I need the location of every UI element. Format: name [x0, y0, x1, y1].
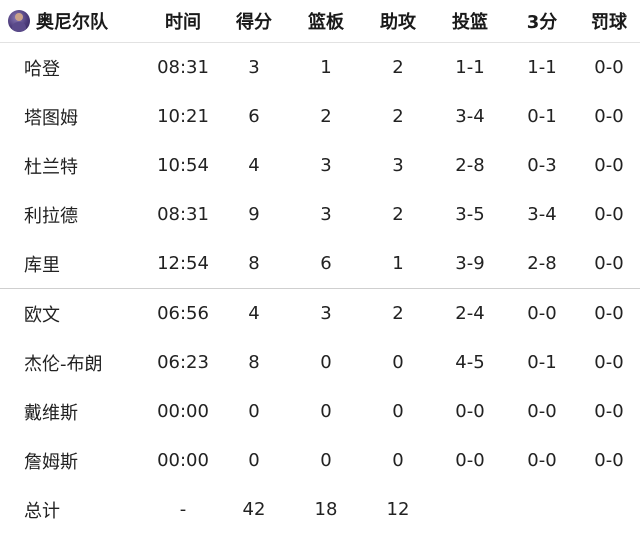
- cell-rebounds: 3: [320, 204, 332, 225]
- cell-assists: 3: [392, 155, 404, 176]
- cell-rebounds: 3: [320, 155, 332, 176]
- cell-points: 6: [248, 106, 260, 127]
- cell-points: 9: [248, 204, 260, 225]
- total-row: 总计 - 42 18 12: [0, 485, 640, 534]
- cell-time: 12:54: [157, 253, 209, 274]
- cell-rebounds: 6: [320, 253, 332, 274]
- cell-assists: 2: [392, 204, 404, 225]
- table-row[interactable]: 利拉德 08:31 9 3 2 3-5 3-4 0-0: [0, 190, 640, 239]
- table-row[interactable]: 库里 12:54 8 6 1 3-9 2-8 0-0: [0, 239, 640, 288]
- total-time: -: [179, 499, 187, 520]
- column-header-field-goals[interactable]: 投篮: [434, 8, 506, 34]
- cell-points: 8: [248, 253, 260, 274]
- total-label: 总计: [24, 500, 60, 522]
- player-name[interactable]: 戴维斯: [0, 399, 148, 425]
- team-header[interactable]: 奥尼尔队: [0, 8, 148, 34]
- cell-points: 0: [248, 401, 260, 422]
- column-header-three-pointers[interactable]: 3分: [506, 8, 578, 34]
- cell-rebounds: 0: [320, 450, 332, 471]
- player-name[interactable]: 利拉德: [0, 202, 148, 228]
- cell-three-pointers: 3-4: [527, 204, 557, 225]
- cell-free-throws: 0-0: [594, 352, 624, 373]
- cell-points: 0: [248, 450, 260, 471]
- cell-three-pointers: 0-0: [527, 450, 557, 471]
- cell-three-pointers: 0-3: [527, 155, 557, 176]
- cell-free-throws: 0-0: [594, 155, 624, 176]
- cell-time: 10:54: [157, 155, 209, 176]
- cell-field-goals: 3-4: [455, 106, 485, 127]
- cell-field-goals: 2-4: [455, 303, 485, 324]
- player-name[interactable]: 杜兰特: [0, 153, 148, 179]
- cell-field-goals: 1-1: [455, 57, 485, 78]
- column-header-points[interactable]: 得分: [218, 8, 290, 34]
- cell-points: 4: [248, 155, 260, 176]
- player-name[interactable]: 库里: [0, 251, 148, 277]
- cell-free-throws: 0-0: [594, 303, 624, 324]
- cell-assists: 1: [392, 253, 404, 274]
- cell-rebounds: 0: [320, 352, 332, 373]
- cell-assists: 0: [392, 352, 404, 373]
- cell-free-throws: 0-0: [594, 204, 624, 225]
- player-name[interactable]: 詹姆斯: [0, 448, 148, 474]
- team-logo-icon: [8, 10, 30, 32]
- column-header-free-throws[interactable]: 罚球: [578, 8, 640, 34]
- table-row[interactable]: 欧文 06:56 4 3 2 2-4 0-0 0-0: [0, 288, 640, 338]
- cell-time: 08:31: [157, 57, 209, 78]
- column-header-time[interactable]: 时间: [148, 8, 218, 34]
- cell-free-throws: 0-0: [594, 106, 624, 127]
- cell-field-goals: 3-9: [455, 253, 485, 274]
- table-row[interactable]: 哈登 08:31 3 1 2 1-1 1-1 0-0: [0, 43, 640, 92]
- cell-time: 00:00: [157, 401, 209, 422]
- player-name[interactable]: 哈登: [0, 55, 148, 81]
- cell-time: 10:21: [157, 106, 209, 127]
- cell-rebounds: 3: [320, 303, 332, 324]
- player-name[interactable]: 欧文: [0, 301, 148, 327]
- cell-assists: 2: [392, 106, 404, 127]
- cell-field-goals: 3-5: [455, 204, 485, 225]
- cell-time: 08:31: [157, 204, 209, 225]
- cell-rebounds: 0: [320, 401, 332, 422]
- cell-assists: 0: [392, 401, 404, 422]
- cell-free-throws: 0-0: [594, 57, 624, 78]
- cell-free-throws: 0-0: [594, 253, 624, 274]
- table-row[interactable]: 塔图姆 10:21 6 2 2 3-4 0-1 0-0: [0, 92, 640, 141]
- cell-three-pointers: 0-1: [527, 106, 557, 127]
- cell-points: 3: [248, 57, 260, 78]
- table-row[interactable]: 杰伦-布朗 06:23 8 0 0 4-5 0-1 0-0: [0, 338, 640, 387]
- cell-field-goals: 0-0: [455, 401, 485, 422]
- cell-time: 06:23: [157, 352, 209, 373]
- player-name[interactable]: 杰伦-布朗: [0, 350, 148, 376]
- total-points: 42: [242, 499, 266, 520]
- cell-time: 06:56: [157, 303, 209, 324]
- cell-field-goals: 4-5: [455, 352, 485, 373]
- cell-rebounds: 1: [320, 57, 332, 78]
- team-name: 奥尼尔队: [36, 12, 108, 33]
- table-row[interactable]: 杜兰特 10:54 4 3 3 2-8 0-3 0-0: [0, 141, 640, 190]
- column-header-assists[interactable]: 助攻: [362, 8, 434, 34]
- cell-three-pointers: 0-0: [527, 401, 557, 422]
- cell-points: 4: [248, 303, 260, 324]
- cell-free-throws: 0-0: [594, 401, 624, 422]
- column-header-rebounds[interactable]: 篮板: [290, 8, 362, 34]
- cell-points: 8: [248, 352, 260, 373]
- total-rebounds: 18: [314, 499, 338, 520]
- box-score-table: 奥尼尔队 时间 得分 篮板 助攻 投篮 3分 罚球 哈登 08:31 3 1 2…: [0, 0, 640, 537]
- cell-assists: 2: [392, 303, 404, 324]
- cell-assists: 0: [392, 450, 404, 471]
- cell-three-pointers: 0-0: [527, 303, 557, 324]
- table-row[interactable]: 詹姆斯 00:00 0 0 0 0-0 0-0 0-0: [0, 436, 640, 485]
- table-row[interactable]: 戴维斯 00:00 0 0 0 0-0 0-0 0-0: [0, 387, 640, 436]
- cell-assists: 2: [392, 57, 404, 78]
- cell-field-goals: 2-8: [455, 155, 485, 176]
- cell-time: 00:00: [157, 450, 209, 471]
- total-assists: 12: [386, 499, 410, 520]
- player-name[interactable]: 塔图姆: [0, 104, 148, 130]
- cell-rebounds: 2: [320, 106, 332, 127]
- cell-free-throws: 0-0: [594, 450, 624, 471]
- cell-three-pointers: 0-1: [527, 352, 557, 373]
- cell-three-pointers: 1-1: [527, 57, 557, 78]
- cell-three-pointers: 2-8: [527, 253, 557, 274]
- cell-field-goals: 0-0: [455, 450, 485, 471]
- table-header: 奥尼尔队 时间 得分 篮板 助攻 投篮 3分 罚球: [0, 0, 640, 43]
